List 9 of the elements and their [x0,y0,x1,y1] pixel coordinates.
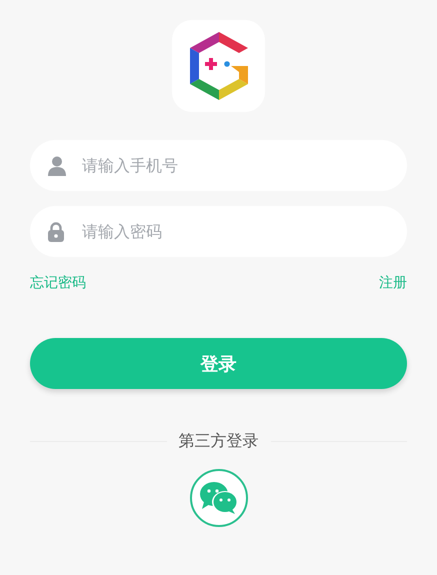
register-link[interactable]: 注册 [379,274,407,292]
third-party-login-label: 第三方登录 [178,431,258,452]
login-button[interactable]: 登录 [30,338,407,389]
phone-field[interactable]: 请输入手机号 [30,140,407,191]
lock-icon [48,222,64,242]
chat-bubbles-icon [198,481,238,515]
password-field[interactable]: 请输入密码 [30,206,407,257]
user-icon [48,156,66,176]
forgot-password-link[interactable]: 忘记密码 [30,274,86,292]
